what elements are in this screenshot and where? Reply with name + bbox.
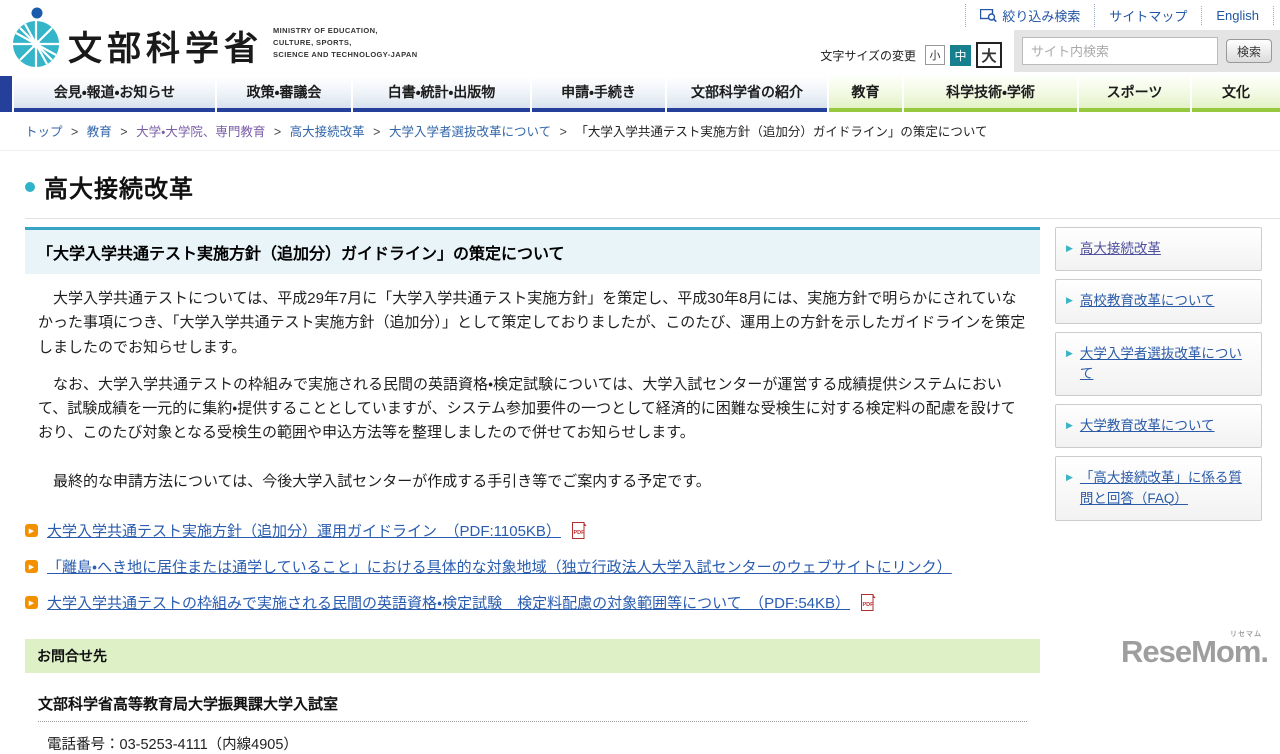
breadcrumb-university[interactable]: 大学・大学院、専門教育 <box>136 125 265 139</box>
list-item: ▶ 大学入学共通テストの枠組みで実施される民間の英語資格・検定試験 検定料配慮の… <box>25 592 1027 613</box>
english-link[interactable]: English <box>1201 6 1274 25</box>
breadcrumb-separator: > <box>120 125 128 139</box>
arrow-right-icon: ▶ <box>1066 472 1073 483</box>
contact-department: 文部科学省高等教育局大学振興課大学入試室 <box>38 693 1027 723</box>
list-item: ▶ 大学入学共通テスト実施方針（追加分）運用ガイドライン （PDF:1105KB… <box>25 520 1027 541</box>
font-size-large-button[interactable]: 大 <box>976 42 1002 68</box>
pdf-icon: PDF <box>571 522 587 540</box>
paragraph: 最終的な申請方法については、今後大学入試センターが作成する手引き等でご案内する予… <box>38 472 711 490</box>
watermark-text: ReseMom. <box>1120 634 1269 669</box>
page-title: 高大接続改革 <box>44 176 194 203</box>
nav-item-policy[interactable]: 政策・審議会 <box>217 76 351 112</box>
exam-fee-pdf-link[interactable]: 大学入学共通テストの枠組みで実施される民間の英語資格・検定試験 検定料配慮の対象… <box>47 592 850 613</box>
font-size-medium-button[interactable]: 中 <box>950 44 971 66</box>
sidebar-link-label: 高大接続改革 <box>1079 241 1161 256</box>
font-size-small-button[interactable]: 小 <box>925 45 945 65</box>
search-button[interactable]: 検索 <box>1225 39 1272 63</box>
nav-left-stub <box>0 76 12 112</box>
breadcrumb-education[interactable]: 教育 <box>87 125 112 139</box>
site-header: 文部科学省 MINISTRY OF EDUCATION, CULTURE, SP… <box>0 0 1280 76</box>
breadcrumb-separator: > <box>559 125 567 139</box>
breadcrumb-koudai-reform[interactable]: 高大接続改革 <box>290 125 365 139</box>
advanced-search-link[interactable]: 絞り込み検索 <box>965 4 1094 27</box>
mext-logo-icon <box>13 7 59 67</box>
main-area: 「大学入学共通テスト実施方針（追加分）ガイドライン」の策定について 大学入学共通… <box>0 219 1280 754</box>
nav-item-science[interactable]: 科学技術・学術 <box>904 76 1077 112</box>
filter-search-icon <box>980 9 998 22</box>
site-title-english: MINISTRY OF EDUCATION, CULTURE, SPORTS, … <box>273 26 418 59</box>
font-size-controls: 文字サイズの変更 小 中 大 <box>820 42 1002 68</box>
pdf-icon: PDF <box>861 594 876 612</box>
sitemap-link[interactable]: サイトマップ <box>1094 4 1201 27</box>
sidebar-item-faq[interactable]: ▶ 「高大接続改革」に係る質問と回答（FAQ） <box>1055 456 1262 521</box>
breadcrumb-top[interactable]: トップ <box>25 125 63 139</box>
article: 「大学入学共通テスト実施方針（追加分）ガイドライン」の策定について 大学入学共通… <box>25 227 1040 754</box>
breadcrumb-current-page: 「大学入学共通テスト実施方針（追加分）ガイドライン」の策定について <box>575 125 988 139</box>
list-item: ▶ 「離島・へき地に居住または通学していること」における具体的な対象地域（独立行… <box>25 556 1027 577</box>
document-link-list: ▶ 大学入学共通テスト実施方針（追加分）運用ガイドライン （PDF:1105KB… <box>25 520 1040 613</box>
contact-heading: お問合せ先 <box>25 639 1040 674</box>
sidebar-item-selection-reform[interactable]: ▶ 大学入学者選抜改革について <box>1055 331 1262 396</box>
site-search-panel: 検索 <box>1014 30 1280 72</box>
contact-phone: 電話番号：03-5253-4111（内線4905） <box>47 737 298 754</box>
sidebar-item-koudai-reform[interactable]: ▶ 高大接続改革 <box>1055 227 1262 272</box>
arrow-right-icon: ▶ <box>1066 347 1073 358</box>
sidebar-link-label: 大学入学者選抜改革について <box>1079 345 1242 381</box>
resemom-watermark: リセマム ReseMom. <box>1120 631 1269 669</box>
breadcrumb-selection-reform[interactable]: 大学入学者選抜改革について <box>389 125 551 139</box>
nav-item-education[interactable]: 教育 <box>829 76 902 112</box>
breadcrumb-separator: > <box>373 125 381 139</box>
arrow-right-icon: ▶ <box>1066 420 1073 430</box>
section-title-row: 高大接続改革 <box>25 169 1280 219</box>
nav-item-whitepaper[interactable]: 白書・統計・出版物 <box>353 76 530 112</box>
nav-item-culture[interactable]: 文化 <box>1192 76 1280 112</box>
sidebar-item-university-reform[interactable]: ▶ 大学教育改革について <box>1055 404 1262 449</box>
article-body: 大学入学共通テストについては、平成29年7月に「大学入学共通テスト実施方針」を策… <box>25 287 1040 494</box>
breadcrumb: トップ > 教育 > 大学・大学院、専門教育 > 高大接続改革 > 大学入学者選… <box>0 112 1280 151</box>
sidebar-item-highschool-reform[interactable]: ▶ 高校教育改革について <box>1055 279 1262 324</box>
nav-item-sports[interactable]: スポーツ <box>1079 76 1190 112</box>
svg-text:PDF: PDF <box>573 530 585 536</box>
related-links-sidebar: ▶ 高大接続改革 ▶ 高校教育改革について ▶ 大学入学者選抜改革について ▶ … <box>1055 227 1262 529</box>
search-input[interactable] <box>1022 37 1218 65</box>
arrow-bullet-icon: ▶ <box>25 524 38 538</box>
svg-text:PDF: PDF <box>863 602 875 608</box>
arrow-bullet-icon: ▶ <box>25 560 38 574</box>
font-size-label: 文字サイズの変更 <box>820 48 916 63</box>
section-bullet-icon <box>25 181 35 192</box>
site-logo[interactable]: 文部科学省 MINISTRY OF EDUCATION, CULTURE, SP… <box>12 5 418 70</box>
site-title: 文部科学省 <box>68 30 263 68</box>
paragraph: 大学入学共通テストについては、平成29年7月に「大学入学共通テスト実施方針」を策… <box>38 290 1026 356</box>
sidebar-link-label: 大学教育改革について <box>1079 418 1215 433</box>
paragraph: なお、大学入学共通テストの枠組みで実施される民間の英語資格・検定試験については、… <box>38 375 1016 442</box>
article-title: 「大学入学共通テスト実施方針（追加分）ガイドライン」の策定について <box>25 227 1040 274</box>
nav-item-application[interactable]: 申請・手続き <box>532 76 665 112</box>
sidebar-link-label: 高校教育改革について <box>1079 293 1215 309</box>
breadcrumb-separator: > <box>273 125 282 139</box>
sidebar-link-label: 「高大接続改革」に係る質問と回答（FAQ） <box>1079 470 1242 506</box>
breadcrumb-separator: > <box>71 125 79 139</box>
remote-area-link[interactable]: 「離島・へき地に居住または通学していること」における具体的な対象地域（独立行政法… <box>47 556 952 577</box>
guideline-pdf-link[interactable]: 大学入学共通テスト実施方針（追加分）運用ガイドライン （PDF:1105KB） <box>47 520 561 541</box>
arrow-right-icon: ▶ <box>1066 295 1073 306</box>
nav-item-press[interactable]: 会見・報道・お知らせ <box>14 76 215 112</box>
arrow-right-icon: ▶ <box>1066 243 1073 253</box>
utility-nav: 絞り込み検索 サイトマップ English <box>965 4 1274 27</box>
nav-item-about[interactable]: 文部科学省の紹介 <box>667 76 827 112</box>
arrow-bullet-icon: ▶ <box>25 596 38 610</box>
global-nav: 会見・報道・お知らせ 政策・審議会 白書・統計・出版物 申請・手続き 文部科学省… <box>0 76 1280 112</box>
